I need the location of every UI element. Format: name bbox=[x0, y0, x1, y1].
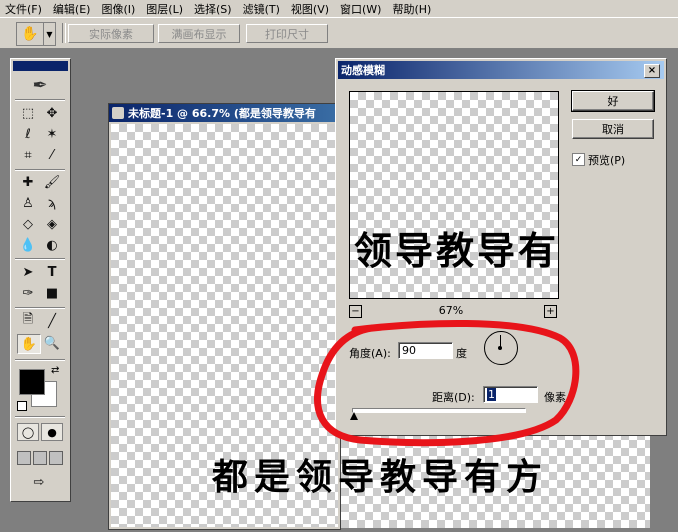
brush-icon[interactable]: 🖌 bbox=[41, 173, 63, 191]
quick-mask-button[interactable]: ● bbox=[41, 423, 63, 441]
healing-icon[interactable]: ✚ bbox=[17, 173, 39, 191]
crop-icon[interactable]: ⌗ bbox=[17, 146, 39, 164]
distance-slider[interactable] bbox=[352, 408, 526, 413]
full-screen-menu-button[interactable] bbox=[33, 451, 47, 465]
close-icon[interactable]: × bbox=[644, 64, 660, 78]
standard-mode-button[interactable]: ◯ bbox=[17, 423, 39, 441]
eraser-icon[interactable]: ◇ bbox=[17, 215, 39, 233]
options-grip[interactable] bbox=[62, 23, 66, 43]
preview-checkbox[interactable]: ✓ bbox=[572, 153, 585, 166]
preview-checkbox-label: 预览(P) bbox=[588, 154, 626, 167]
actual-pixels-button[interactable]: 实际像素 bbox=[68, 24, 154, 43]
menu-help[interactable]: 帮助(H) bbox=[387, 1, 437, 17]
foreground-color-swatch[interactable] bbox=[19, 369, 45, 395]
options-bar: ✋ ▼ 实际像素 满画布显示 打印尺寸 bbox=[0, 17, 678, 49]
toolbox-divider bbox=[15, 416, 65, 418]
lasso-icon[interactable]: ℓ bbox=[17, 125, 39, 143]
magic-wand-icon[interactable]: ✶ bbox=[41, 125, 63, 143]
path-select-icon[interactable]: ➤ bbox=[17, 263, 39, 281]
marquee-icon[interactable]: ⬚ bbox=[17, 104, 39, 122]
toolbox-divider bbox=[15, 99, 65, 101]
hand-icon[interactable]: ✋ bbox=[17, 334, 41, 354]
move-icon[interactable]: ✥ bbox=[41, 104, 63, 122]
menu-image[interactable]: 图像(I) bbox=[96, 1, 141, 17]
menu-edit[interactable]: 编辑(E) bbox=[48, 1, 97, 17]
angle-center bbox=[498, 346, 502, 350]
default-colors-icon[interactable] bbox=[17, 401, 27, 411]
zoom-level: 67% bbox=[438, 304, 464, 317]
document-title: 未标题-1 @ 66.7% (都是领导教导有 bbox=[128, 107, 316, 120]
type-icon[interactable]: T bbox=[41, 263, 63, 281]
dialog-titlebar[interactable]: 动感模糊 × bbox=[338, 61, 664, 79]
motion-blur-dialog: 动感模糊 × 领导教导有 − 67% + 好 取消 ✓ 预览(P) 角度(A):… bbox=[335, 58, 667, 436]
toolbox-divider bbox=[15, 359, 65, 361]
tool-preset-picker[interactable]: ✋ ▼ bbox=[16, 22, 56, 46]
document-titlebar[interactable]: 未标题-1 @ 66.7% (都是领导教导有 bbox=[109, 104, 340, 122]
toolbox-divider bbox=[15, 258, 65, 260]
ok-button[interactable]: 好 bbox=[571, 90, 655, 112]
zoom-icon[interactable]: 🔍 bbox=[41, 334, 63, 352]
fit-on-screen-button[interactable]: 满画布显示 bbox=[158, 24, 240, 43]
angle-unit: 度 bbox=[456, 347, 467, 360]
paint-bucket-icon[interactable]: ◈ bbox=[41, 215, 63, 233]
angle-dial[interactable] bbox=[484, 331, 518, 365]
toolbox: ✒ ⬚ ✥ ℓ ✶ ⌗ ⁄ ✚ 🖌 ♙ ϡ ◇ ◈ 💧 ◐ ➤ T ✑ ■ 🗎 … bbox=[10, 58, 71, 502]
menu-file[interactable]: 文件(F) bbox=[0, 1, 48, 17]
distance-slider-thumb[interactable] bbox=[350, 412, 358, 420]
cancel-button[interactable]: 取消 bbox=[572, 119, 654, 139]
history-brush-icon[interactable]: ϡ bbox=[41, 194, 63, 212]
preview-text: 领导教导有 bbox=[354, 229, 559, 273]
full-screen-button[interactable] bbox=[49, 451, 63, 465]
menu-bar: 文件(F) 编辑(E) 图像(I) 图层(L) 选择(S) 滤镜(T) 视图(V… bbox=[0, 0, 678, 17]
pen-icon[interactable]: ✑ bbox=[17, 284, 39, 302]
filter-preview[interactable]: 领导教导有 bbox=[349, 91, 559, 299]
toolbox-divider bbox=[15, 307, 65, 309]
stamp-icon[interactable]: ♙ bbox=[17, 194, 39, 212]
menu-view[interactable]: 视图(V) bbox=[286, 1, 335, 17]
swap-colors-icon[interactable]: ⇄ bbox=[51, 365, 59, 376]
blur-icon[interactable]: 💧 bbox=[17, 236, 39, 254]
zoom-out-button[interactable]: − bbox=[349, 305, 362, 318]
menu-filter[interactable]: 滤镜(T) bbox=[238, 1, 286, 17]
dodge-icon[interactable]: ◐ bbox=[41, 236, 63, 254]
print-size-button[interactable]: 打印尺寸 bbox=[246, 24, 328, 43]
menu-window[interactable]: 窗口(W) bbox=[335, 1, 387, 17]
distance-input[interactable]: 1 bbox=[483, 386, 538, 403]
zoom-in-button[interactable]: + bbox=[544, 305, 557, 318]
shape-icon[interactable]: ■ bbox=[41, 284, 63, 302]
eyedropper-icon[interactable]: ╱ bbox=[41, 312, 63, 330]
toolbox-divider bbox=[15, 169, 65, 171]
photoshop-doc-icon bbox=[112, 107, 124, 119]
slice-icon[interactable]: ⁄ bbox=[41, 146, 63, 164]
hand-icon: ✋ bbox=[17, 23, 44, 45]
toolbox-titlebar[interactable] bbox=[13, 61, 68, 71]
chevron-down-icon: ▼ bbox=[46, 29, 53, 39]
angle-label: 角度(A): bbox=[349, 347, 391, 360]
standard-screen-button[interactable] bbox=[17, 451, 31, 465]
distance-label: 距离(D): bbox=[432, 391, 475, 404]
dialog-title: 动感模糊 bbox=[341, 64, 385, 77]
canvas-text-layer: 都是领导教导有方 bbox=[212, 457, 549, 498]
angle-input[interactable]: 90 bbox=[398, 342, 453, 359]
jump-to-imageready-icon[interactable]: ⇨ bbox=[23, 473, 55, 491]
menu-layer[interactable]: 图层(L) bbox=[141, 1, 189, 17]
feather-logo-icon[interactable]: ✒ bbox=[15, 75, 65, 96]
menu-select[interactable]: 选择(S) bbox=[189, 1, 238, 17]
distance-unit: 像素 bbox=[544, 391, 566, 404]
notes-icon[interactable]: 🗎 bbox=[17, 312, 39, 330]
